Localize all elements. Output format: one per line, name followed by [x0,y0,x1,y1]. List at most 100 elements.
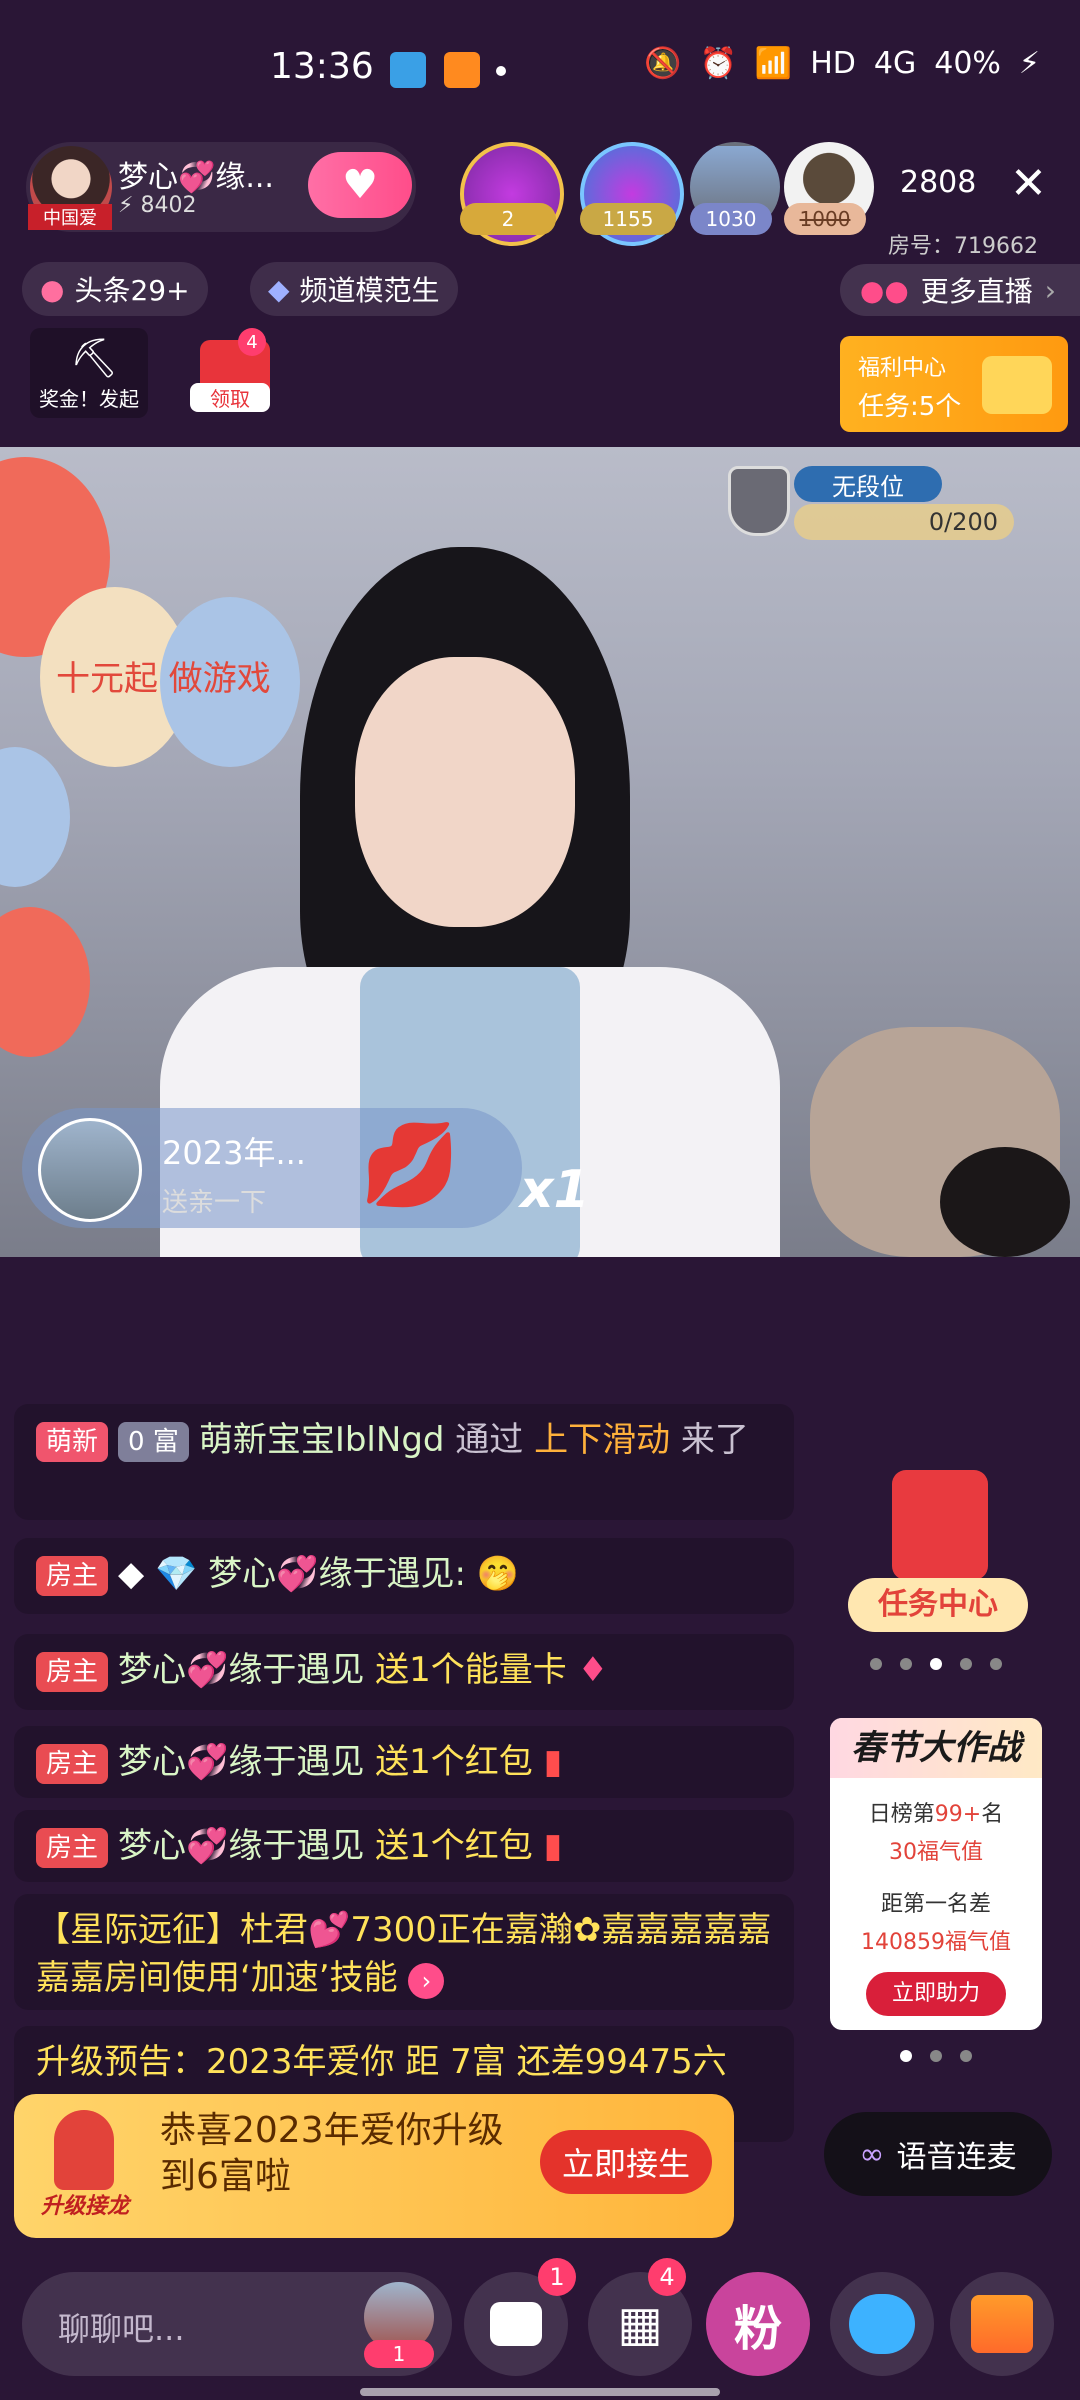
claim-label: 领取 [190,383,270,412]
host-points-value: 8402 [140,193,197,218]
gift-multiplier: x1 [520,1160,590,1220]
rank-progress: 0/200 [794,504,1014,540]
top-fan-badge-1: 2 [460,203,556,235]
chat-message[interactable]: 房主 梦心💞缘于遇见 送1个能量卡 ♦ [14,1634,794,1710]
headline-label: 头条29+ [74,274,190,307]
fan-club-button[interactable]: 粉 [706,2272,810,2376]
message-badge: 1 [538,2258,576,2296]
channel-chip[interactable]: ◆ 频道模范生 [250,262,458,316]
task-center-label: 任务中心 [848,1578,1028,1632]
kiss-gift-icon: 💋 [360,1118,460,1211]
host-tag: 房主 [36,1827,109,1868]
upgrade-badge-label: 升级接龙 [40,2194,129,2219]
upgrade-banner[interactable]: 升级接龙 恭喜2023年爱你升级 到6富啦 立即接生 [14,2094,734,2238]
chat-user: 梦心💞缘于遇见: [208,1554,466,1594]
top-fan-badge-3: 1030 [690,203,772,235]
chat-text-highlight: 上下滑动 [534,1420,671,1460]
battery-label: 40% [934,46,1001,81]
gift-icon [971,2295,1033,2353]
spring-festival-card[interactable]: 春节大作战 日榜第99+名 30福气值 距第一名差 140859福气值 立即助力 [830,1718,1042,2030]
system-message: 升级预告：2023年爱你 距 7富 还差99475六 [36,2042,727,2082]
host-points: ⚡ 8402 [118,193,197,218]
chat-input[interactable]: 聊聊吧... 1 [22,2272,452,2376]
chat-message[interactable]: 房主 梦心💞缘于遇见 送1个红包 ▮ [14,1726,794,1798]
balloon-decoration [0,907,90,1057]
gift-action-text: 送1个能量卡 [375,1650,567,1690]
home-indicator[interactable] [360,2388,720,2396]
task-center[interactable]: 任务中心 [848,1470,1028,1640]
pager-dot [990,1658,1002,1670]
gift-sender-name: 2023年... [162,1134,306,1172]
welfare-tasks: 任务:5个 [858,392,962,422]
fan-avatar-count: 1 [364,2340,434,2368]
chevron-right-icon: › [1044,273,1056,307]
red-packet-icon: ▮ [543,1826,563,1866]
welfare-title: 福利中心 [858,356,947,381]
more-live-button[interactable]: ●● 更多直播 › [839,264,1080,316]
daily-rank-value: 99+ [934,1802,982,1827]
task-pager [870,1658,1002,1670]
chat-placeholder: 聊聊吧... [58,2310,185,2348]
treasure-chest-icon [982,356,1052,414]
balloon-decoration [0,747,70,887]
pager-dot [870,1658,882,1670]
pager-dot-active [930,1658,942,1670]
pager-dot [960,2050,972,2062]
pager-dot-active [900,2050,912,2062]
signal-label: 4G [873,46,917,81]
viewer-count[interactable]: 2808 [900,165,976,200]
spring-card-title: 春节大作战 [830,1718,1042,1778]
gift-button[interactable] [950,2272,1054,2376]
wifi-icon: 📶 [754,46,793,81]
chat-message[interactable]: 【星际远征】杜君💕7300正在嘉瀚✿嘉嘉嘉嘉嘉嘉嘉房间使用‘加速’技能 › [14,1894,794,2010]
more-live-label: 更多直播 [920,275,1033,308]
game-button[interactable] [830,2272,934,2376]
pager-dot [960,1658,972,1670]
arrow-right-icon[interactable]: › [408,1963,445,1999]
voice-connect-button[interactable]: ∞ 语音连麦 [824,2112,1052,2196]
upgrade-line-2: 到6富啦 [160,2156,291,2197]
chat-message[interactable]: 萌新 0 富萌新宝宝IblNgd 通过 上下滑动 来了 [14,1404,794,1520]
chat-user: 梦心💞缘于遇见 [118,1742,365,1782]
host-tag: 房主 [36,1651,109,1692]
channel-label: 频道模范生 [299,274,440,307]
chat-message[interactable]: 房主 ◆ 💎 梦心💞缘于遇见: 🤭 [14,1538,794,1614]
headline-chip[interactable]: ● 头条29+ [22,262,208,316]
fan-label: 粉 [733,2301,782,2357]
balloon-text: 十元起 做游戏 [56,659,271,699]
rank-shield-icon [728,466,790,536]
rocket-icon: 升级接龙 [26,2110,144,2228]
emoji: 🤭 [476,1554,520,1594]
charging-icon: ⚡ [1018,46,1040,81]
pager-dot [900,1658,912,1670]
host-tag: 房主 [36,1743,109,1784]
gap-value: 140859福气值 [861,1930,1011,1955]
red-packet-count: 4 [238,328,266,356]
gift-sender-avatar[interactable] [38,1118,142,1222]
boost-button[interactable]: 立即助力 [866,1972,1006,2016]
red-envelope-icon [892,1470,988,1580]
live-icon: ●● [859,273,909,307]
wealth-tag: 0 富 [118,1421,189,1462]
network-label: HD [810,46,856,81]
room-number: 房号：719662 [888,234,1038,259]
flame-icon: ● [40,272,65,306]
apps-badge: 4 [648,2258,686,2296]
heart-plus-icon: ♥ [342,162,378,208]
close-icon[interactable]: ✕ [1010,158,1047,209]
follow-button[interactable]: ♥ [308,152,412,218]
voice-connect-label: 语音连麦 [896,2140,1017,2175]
status-right: 🔕 ⏰ 📶 HD 4G 40% ⚡ [644,46,1040,81]
chat-message[interactable]: 房主 梦心💞缘于遇见 送1个红包 ▮ [14,1810,794,1882]
bonus-card[interactable]: ⛏ 奖金！发起 [30,328,148,418]
red-packet-card[interactable]: 4 领取 [180,328,298,418]
gift-action: 送亲一下 [162,1188,267,1218]
upgrade-text: 恭喜2023年爱你升级 到6富啦 [160,2108,504,2200]
card-pager [900,2050,972,2062]
welfare-center[interactable]: 福利中心 任务:5个 [840,336,1068,432]
daily-rank-suffix: 名 [981,1802,1004,1827]
points-value: 30福气值 [889,1840,983,1865]
gift-action-text: 送1个红包 [375,1742,533,1782]
host-badge: 中国爱 [28,204,112,230]
relay-button[interactable]: 立即接生 [540,2130,712,2194]
